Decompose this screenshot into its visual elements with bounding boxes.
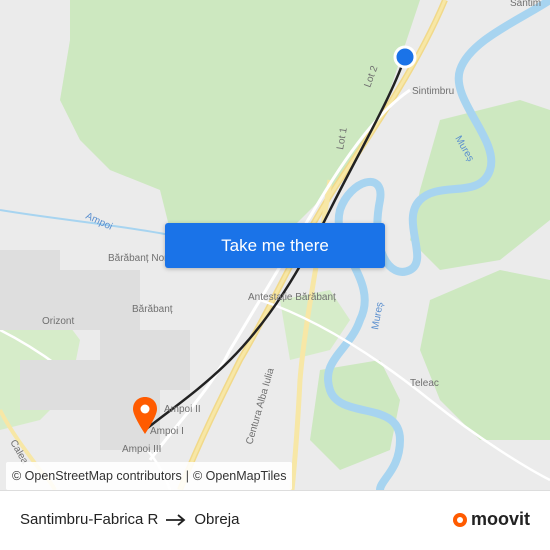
take-me-there-button[interactable]: Take me there [165,223,385,268]
arrow-right-icon [166,513,186,526]
place-label-ampoi-1: Ampoi I [150,426,184,437]
origin-marker[interactable] [393,45,417,69]
destination-name: Obreja [194,511,240,528]
place-label-ampoi-2: Ampoi II [164,404,201,415]
place-label-ampoi-3: Ampoi III [122,444,161,455]
route-summary: Santimbru-Fabrica R Obreja [20,511,239,528]
attribution-separator: | [185,469,189,483]
place-label-orizont: Orizont [42,316,74,327]
moovit-logo-icon [452,512,467,527]
map-attribution: © OpenStreetMap contributors | © OpenMap… [6,462,293,490]
tiles-attribution-link[interactable]: © OpenMapTiles [193,469,287,483]
moovit-logo[interactable]: moovit [452,509,530,530]
map-screen: Sântim Sintimbru Lot 2 Lot 1 Mureș Mureș… [0,0,550,550]
map-canvas[interactable]: Sântim Sintimbru Lot 2 Lot 1 Mureș Mureș… [0,0,550,490]
place-label-barabant-nord: Bărăbanț Nord [108,253,173,264]
osm-attribution-link[interactable]: © OpenStreetMap contributors [12,469,182,483]
moovit-logo-text: moovit [470,509,530,529]
place-label-santimbru-top: Sântim [510,0,541,9]
place-label-teleac: Teleac [410,378,439,389]
footer-bar: Santimbru-Fabrica R Obreja moovit [0,490,550,550]
place-label-antestatie: Antestație Bărăbanț [248,292,336,303]
place-label-barabant: Bărăbanț [132,304,173,315]
place-label-santimbru: Sintimbru [412,86,454,97]
origin-name: Santimbru-Fabrica R [20,511,159,528]
